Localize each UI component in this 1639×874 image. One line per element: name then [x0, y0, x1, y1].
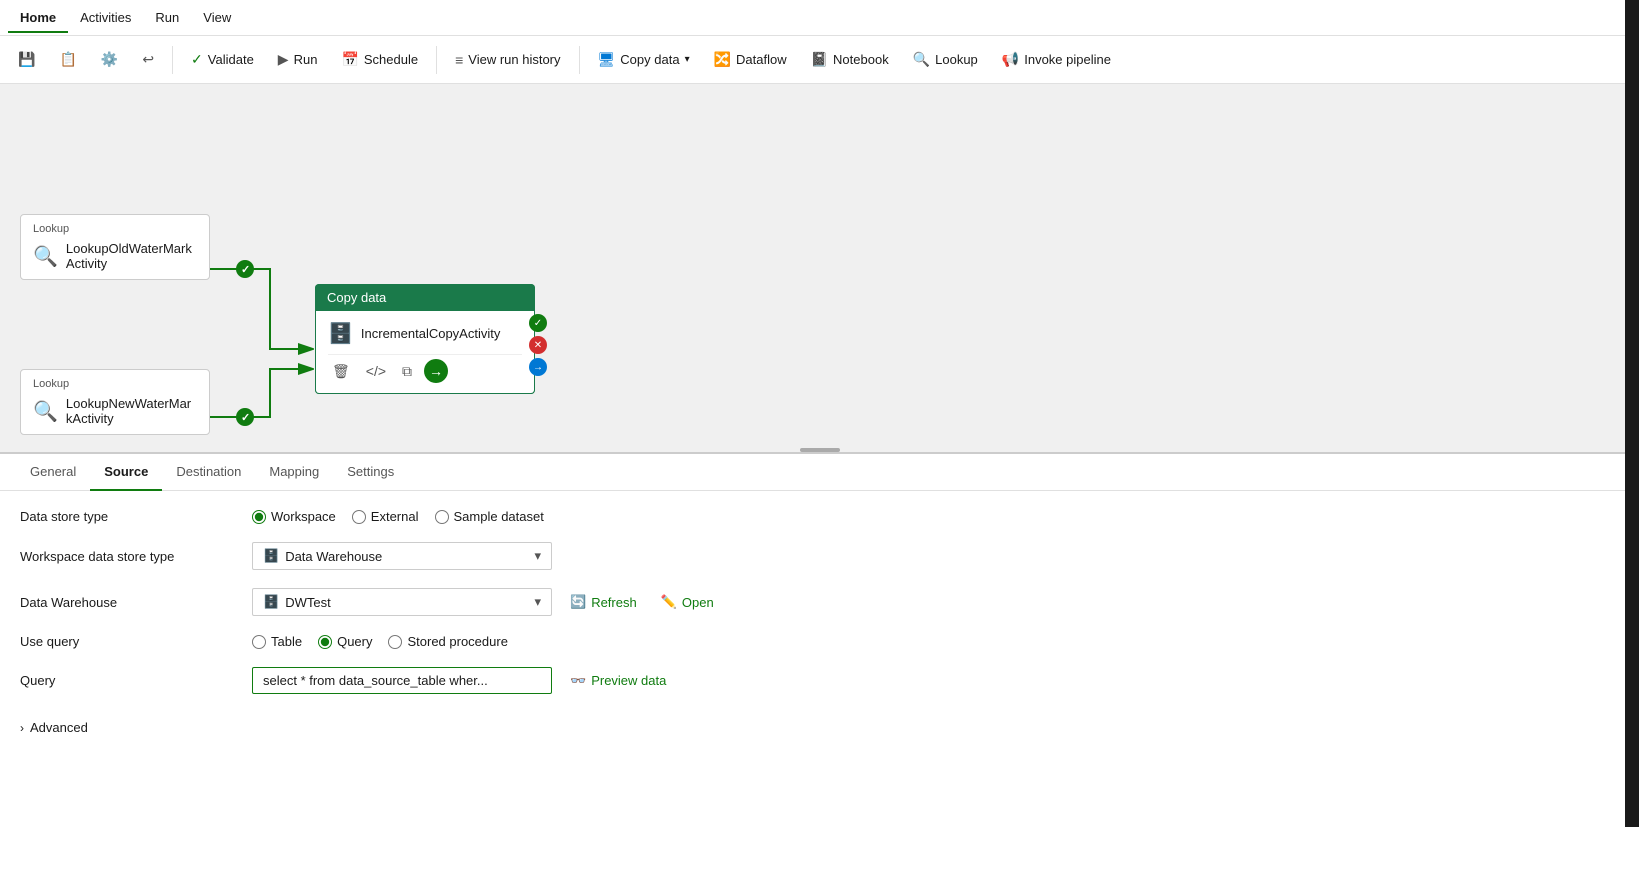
copy-data-button[interactable]: 🖥 Copy data ▾ — [588, 46, 700, 73]
refresh-button[interactable]: 🔄 Refresh — [564, 590, 643, 614]
menu-run[interactable]: Run — [143, 2, 191, 33]
settings-button[interactable]: ⚙️ — [91, 46, 128, 73]
data-warehouse-select[interactable]: 🗄️ DWTest ▾ — [252, 588, 552, 616]
copy-status-error: ✕ — [529, 336, 547, 354]
open-icon: ✏️ — [661, 594, 677, 610]
use-query-label: Use query — [20, 634, 240, 649]
lookup1-name: LookupOldWaterMarkActivity — [66, 241, 197, 271]
open-button[interactable]: ✏️ Open — [655, 590, 720, 614]
lookup1-node[interactable]: Lookup 🔍 LookupOldWaterMarkActivity — [20, 214, 210, 280]
query-input[interactable] — [252, 667, 552, 694]
radio-stored-procedure[interactable]: Stored procedure — [388, 634, 507, 649]
tab-settings[interactable]: Settings — [333, 454, 408, 491]
svg-text:✓: ✓ — [241, 412, 250, 424]
data-store-type-options: Workspace External Sample dataset — [252, 509, 544, 524]
copy-node-header: Copy data — [315, 284, 535, 311]
pipeline-canvas[interactable]: ✓ ✓ Lookup 🔍 LookupOldWaterMarkActivity … — [0, 84, 1639, 454]
right-border — [1625, 0, 1639, 827]
schedule-button[interactable]: 📅 Schedule — [331, 46, 428, 73]
radio-sample[interactable]: Sample dataset — [435, 509, 544, 524]
menu-activities[interactable]: Activities — [68, 2, 143, 33]
db-icon-1: 🗄️ — [263, 548, 279, 564]
lookup2-icon: 🔍 — [33, 399, 58, 424]
validate-button[interactable]: ✓ Validate — [181, 46, 264, 73]
tab-destination[interactable]: Destination — [162, 454, 255, 491]
chevron-right-icon: › — [20, 721, 24, 735]
preview-data-button[interactable]: 👓 Preview data — [564, 669, 672, 693]
workspace-data-store-type-row: Workspace data store type 🗄️ Data Wareho… — [20, 542, 1619, 570]
refresh-icon: 🔄 — [570, 594, 586, 610]
copy-delete-button[interactable]: 🗑 — [328, 361, 354, 382]
toolbar: 💾 📋 ⚙️ ↩ ✓ Validate ▶ Run 📅 Schedule ≡ V… — [0, 36, 1639, 84]
save-as-button[interactable]: 📋 — [49, 46, 86, 73]
connector-lines: ✓ ✓ — [0, 84, 1639, 452]
tab-mapping[interactable]: Mapping — [255, 454, 333, 491]
use-query-options: Table Query Stored procedure — [252, 634, 508, 649]
workspace-data-store-type-select[interactable]: 🗄️ Data Warehouse ▾ — [252, 542, 552, 570]
undo-button[interactable]: ↩ — [132, 46, 164, 73]
data-warehouse-label: Data Warehouse — [20, 595, 240, 610]
lookup2-type: Lookup — [33, 378, 197, 390]
copy-clone-button[interactable]: ⧉ — [398, 361, 416, 382]
tab-general[interactable]: General — [16, 454, 90, 491]
preview-icon: 👓 — [570, 673, 586, 689]
chevron-down-icon-2: ▾ — [534, 594, 541, 610]
lookup-toolbar-button[interactable]: 🔍 Lookup — [903, 46, 988, 73]
copy-status-arrow: → — [529, 358, 547, 376]
menu-bar: Home Activities Run View — [0, 0, 1639, 36]
svg-text:✓: ✓ — [241, 264, 250, 276]
advanced-row[interactable]: › Advanced — [20, 712, 1619, 743]
db-icon-2: 🗄️ — [263, 594, 279, 610]
copy-run-button[interactable]: → — [424, 359, 448, 383]
run-button[interactable]: ▶ Run — [268, 46, 328, 73]
query-row: Query 👓 Preview data — [20, 667, 1619, 694]
separator-2 — [436, 46, 437, 74]
radio-external[interactable]: External — [352, 509, 419, 524]
use-query-row: Use query Table Query Stored procedure — [20, 634, 1619, 649]
bottom-panel: General Source Destination Mapping Setti… — [0, 454, 1639, 874]
view-run-history-button[interactable]: ≡ View run history — [445, 47, 570, 73]
menu-home[interactable]: Home — [8, 2, 68, 33]
notebook-button[interactable]: 📓 Notebook — [801, 46, 899, 73]
tab-bar: General Source Destination Mapping Setti… — [0, 454, 1639, 491]
copy-node-name: IncrementalCopyActivity — [361, 326, 500, 341]
radio-workspace[interactable]: Workspace — [252, 509, 336, 524]
invoke-pipeline-button[interactable]: 📢 Invoke pipeline — [992, 46, 1121, 73]
chevron-down-icon-1: ▾ — [534, 548, 541, 564]
lookup1-icon: 🔍 — [33, 244, 58, 269]
menu-view[interactable]: View — [191, 2, 243, 33]
lookup2-node[interactable]: Lookup 🔍 LookupNewWaterMarkActivity — [20, 369, 210, 435]
radio-query[interactable]: Query — [318, 634, 372, 649]
copy-data-node[interactable]: Copy data 🗄️ IncrementalCopyActivity 🗑 <… — [315, 284, 535, 394]
data-store-type-label: Data store type — [20, 509, 240, 524]
query-label: Query — [20, 673, 240, 688]
data-warehouse-row: Data Warehouse 🗄️ DWTest ▾ 🔄 Refresh ✏️ … — [20, 588, 1619, 616]
radio-table[interactable]: Table — [252, 634, 302, 649]
resize-handle[interactable] — [800, 448, 840, 452]
workspace-data-store-type-label: Workspace data store type — [20, 549, 240, 564]
separator-3 — [579, 46, 580, 74]
dataflow-button[interactable]: 🔀 Dataflow — [704, 46, 797, 73]
lookup1-type: Lookup — [33, 223, 197, 235]
copy-node-icon: 🗄️ — [328, 321, 353, 346]
tab-source[interactable]: Source — [90, 454, 162, 491]
save-button[interactable]: 💾 — [8, 46, 45, 73]
lookup2-name: LookupNewWaterMarkActivity — [66, 396, 197, 426]
separator-1 — [172, 46, 173, 74]
data-store-type-row: Data store type Workspace External Sampl… — [20, 509, 1619, 524]
copy-status-success: ✓ — [529, 314, 547, 332]
source-panel: Data store type Workspace External Sampl… — [0, 491, 1639, 761]
copy-code-button[interactable]: </> — [362, 361, 390, 381]
